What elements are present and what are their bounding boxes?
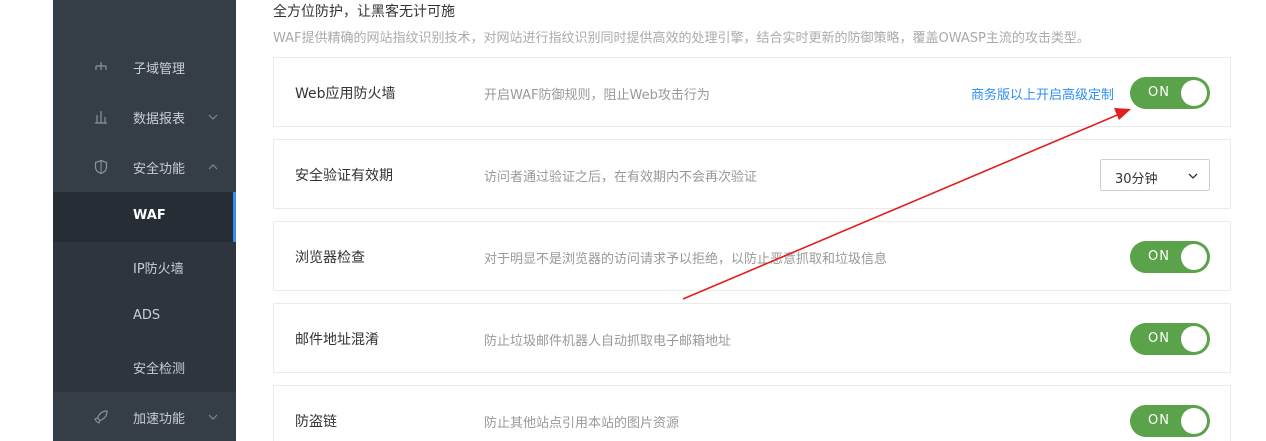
toggle-label: ON	[1148, 85, 1170, 100]
setting-card-verification-validity: 安全验证有效期 访问者通过验证之后，在有效期内不会再次验证 30分钟	[273, 139, 1231, 209]
toggle-label: ON	[1148, 413, 1170, 428]
setting-name: 防盗链	[295, 414, 337, 430]
setting-description: 防止其他站点引用本站的图片资源	[484, 416, 680, 431]
waf-toggle[interactable]: ON	[1130, 77, 1210, 109]
setting-name: 邮件地址混淆	[295, 332, 379, 348]
bar-chart-icon	[95, 111, 107, 124]
sidebar-item-ip-firewall[interactable]: IP防火墙	[53, 242, 236, 292]
setting-name: 浏览器检查	[295, 250, 365, 266]
sidebar-item-acceleration[interactable]: 加速功能	[53, 392, 236, 441]
validity-period-select[interactable]: 30分钟	[1100, 159, 1210, 191]
sidebar-item-waf[interactable]: WAF	[53, 192, 236, 242]
setting-description: 防止垃圾邮件机器人自动抓取电子邮箱地址	[484, 334, 732, 349]
setting-card-email-obfuscation: 邮件地址混淆 防止垃圾邮件机器人自动抓取电子邮箱地址 ON	[273, 303, 1231, 373]
sidebar-item-label: 数据报表	[133, 112, 186, 127]
hotlink-protection-toggle[interactable]: ON	[1130, 405, 1210, 437]
shield-icon	[94, 159, 108, 175]
setting-description: 对于明显不是浏览器的访问请求予以拒绝，以防止恶意抓取和垃圾信息	[484, 252, 888, 267]
sidebar-item-subdomain[interactable]: 子域管理	[53, 42, 236, 92]
chevron-down-icon	[208, 114, 218, 120]
sidebar-item-security[interactable]: 安全功能	[53, 142, 236, 192]
rocket-icon	[94, 410, 108, 424]
setting-card-waf: Web应用防火墙 开启WAF防御规则，阻止Web攻击行为 商务版以上开启高级定制…	[273, 57, 1231, 127]
sidebar-item-label: WAF	[133, 208, 166, 223]
page: 子域管理 数据报表 安全功能 WAF IP防火墙 ADS 安全检测 加速功能 全…	[0, 0, 1266, 441]
sidebar-item-security-check[interactable]: 安全检测	[53, 342, 236, 392]
toggle-label: ON	[1148, 331, 1170, 346]
toggle-knob	[1181, 244, 1207, 270]
sidebar-item-label: 加速功能	[133, 412, 186, 427]
section-title: 全方位防护，让黑客无计可施	[273, 4, 455, 20]
setting-name: 安全验证有效期	[295, 168, 393, 184]
toggle-knob	[1181, 408, 1207, 434]
sidebar-item-reports[interactable]: 数据报表	[53, 92, 236, 142]
chevron-up-icon	[208, 164, 218, 170]
select-value: 30分钟	[1115, 172, 1158, 187]
email-obfuscation-toggle[interactable]: ON	[1130, 323, 1210, 355]
sitemap-icon	[95, 62, 107, 70]
toggle-knob	[1181, 326, 1207, 352]
setting-card-browser-check: 浏览器检查 对于明显不是浏览器的访问请求予以拒绝，以防止恶意抓取和垃圾信息 ON	[273, 221, 1231, 291]
browser-check-toggle[interactable]: ON	[1130, 241, 1210, 273]
setting-description: 开启WAF防御规则，阻止Web攻击行为	[484, 88, 710, 103]
chevron-down-icon	[208, 414, 218, 420]
sidebar-item-label: ADS	[133, 308, 161, 323]
setting-name: Web应用防火墙	[295, 86, 396, 102]
setting-description: 访问者通过验证之后，在有效期内不会再次验证	[484, 170, 758, 185]
sidebar-item-label: IP防火墙	[133, 262, 184, 277]
setting-card-hotlink-protection: 防盗链 防止其他站点引用本站的图片资源 ON	[273, 385, 1231, 441]
toggle-knob	[1181, 80, 1207, 106]
sidebar-item-ads[interactable]: ADS	[53, 292, 236, 342]
active-indicator	[233, 192, 236, 242]
sidebar-item-label: 安全功能	[133, 162, 186, 177]
section-description: WAF提供精确的网站指纹识别技术，对网站进行指纹识别同时提供高效的处理引擎，结合…	[273, 31, 1090, 46]
toggle-label: ON	[1148, 249, 1170, 264]
advanced-customization-link[interactable]: 商务版以上开启高级定制	[971, 84, 1114, 103]
sidebar: 子域管理 数据报表 安全功能 WAF IP防火墙 ADS 安全检测 加速功能	[53, 0, 236, 441]
chevron-down-icon	[1188, 173, 1198, 179]
sidebar-item-label: 子域管理	[133, 62, 186, 77]
main-content: 全方位防护，让黑客无计可施 WAF提供精确的网站指纹识别技术，对网站进行指纹识别…	[255, 0, 1251, 441]
sidebar-item-label: 安全检测	[133, 362, 186, 377]
